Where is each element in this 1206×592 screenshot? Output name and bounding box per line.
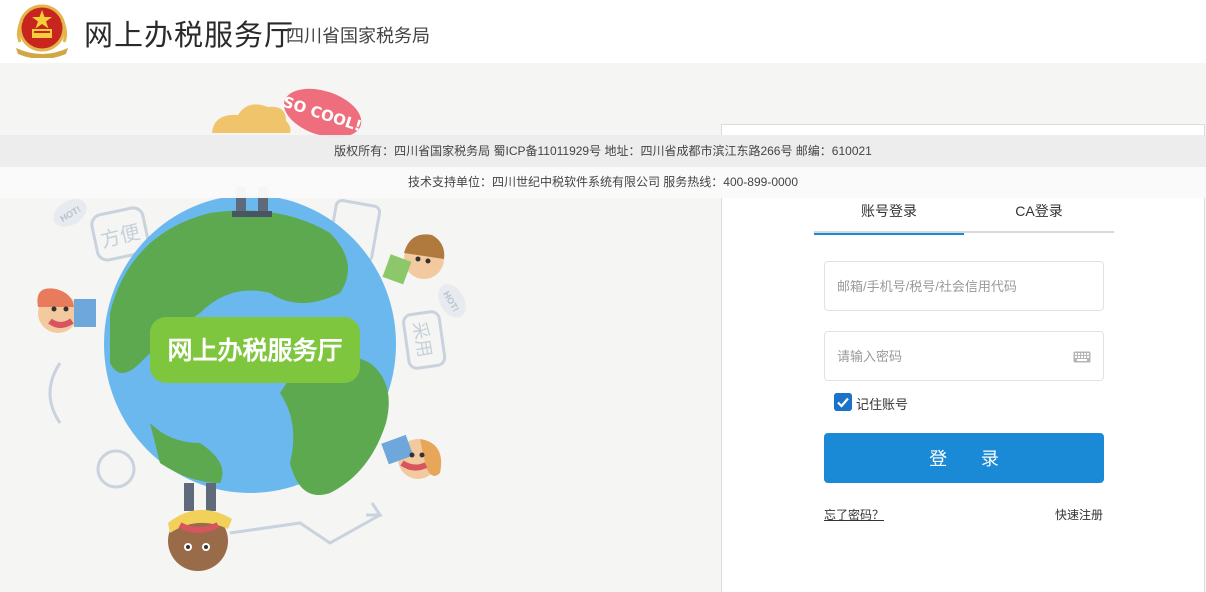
password-field-wrapper xyxy=(824,331,1104,381)
quick-register-link[interactable]: 快速注册 xyxy=(1055,506,1103,523)
sticker-adopt: 采用 xyxy=(409,320,435,359)
app-subtitle: 四川省国家税务局 xyxy=(286,26,430,47)
national-emblem-icon xyxy=(16,4,68,58)
sticker-hot-left: HOT! xyxy=(53,199,87,227)
login-button[interactable]: 登 录 xyxy=(824,433,1104,483)
character-left xyxy=(37,288,96,333)
forgot-password-link[interactable]: 忘了密码？ xyxy=(824,506,884,523)
password-input[interactable] xyxy=(825,332,1103,380)
tab-ca-login[interactable]: CA登录 xyxy=(964,201,1114,233)
support-bar: 技术支持单位：四川世纪中税软件系统有限公司 服务热线：400-899-0000 xyxy=(0,167,1206,198)
tab-account-login[interactable]: 账号登录 xyxy=(814,201,964,235)
globe-label: 网上办税服务厅 xyxy=(167,336,342,365)
username-input[interactable] xyxy=(825,262,1103,310)
copyright-bar: 版权所有：四川省国家税务局 蜀ICP备11011929号 地址：四川省成都市滨江… xyxy=(0,135,1206,167)
top-header: 网上办税服务厅 四川省国家税务局 xyxy=(0,0,1206,63)
remember-label: 记住账号 xyxy=(856,397,909,412)
app-title: 网上办税服务厅 xyxy=(84,18,295,52)
cloud-decoration xyxy=(212,104,291,133)
character-bottom xyxy=(168,483,232,571)
character-right-bottom xyxy=(381,434,442,479)
keyboard-icon[interactable] xyxy=(1073,351,1091,363)
sticker-convenient: 方便 xyxy=(98,220,142,252)
character-right-top xyxy=(382,234,445,285)
username-field-wrapper xyxy=(824,261,1104,311)
remember-checkbox[interactable] xyxy=(834,393,852,411)
